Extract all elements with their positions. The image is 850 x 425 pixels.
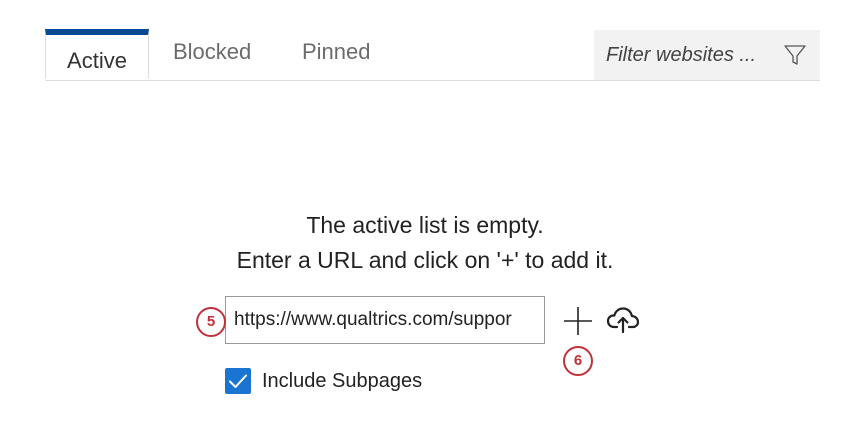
- filter-box: [594, 30, 820, 80]
- cloud-upload-icon[interactable]: [606, 305, 640, 335]
- annotation-badge: 5: [196, 307, 226, 337]
- include-subpages-label: Include Subpages: [262, 370, 423, 392]
- tab-bar: Active Blocked Pinned: [45, 29, 820, 81]
- checkmark-icon: [229, 374, 247, 388]
- annotation-badge: 6: [563, 346, 593, 376]
- tab-blocked[interactable]: Blocked: [173, 30, 251, 80]
- tab-active[interactable]: Active: [45, 29, 149, 79]
- empty-message-line1: The active list is empty.: [306, 212, 544, 238]
- include-subpages-checkbox[interactable]: [225, 368, 251, 394]
- filter-icon[interactable]: [783, 43, 807, 67]
- filter-input[interactable]: [606, 30, 766, 80]
- plus-icon[interactable]: [562, 305, 594, 337]
- empty-message-line2: Enter a URL and click on '+' to add it.: [236, 247, 614, 273]
- url-input[interactable]: [225, 296, 545, 344]
- app-root: Active Blocked Pinned The active list is…: [0, 0, 850, 425]
- tab-pinned[interactable]: Pinned: [302, 30, 371, 80]
